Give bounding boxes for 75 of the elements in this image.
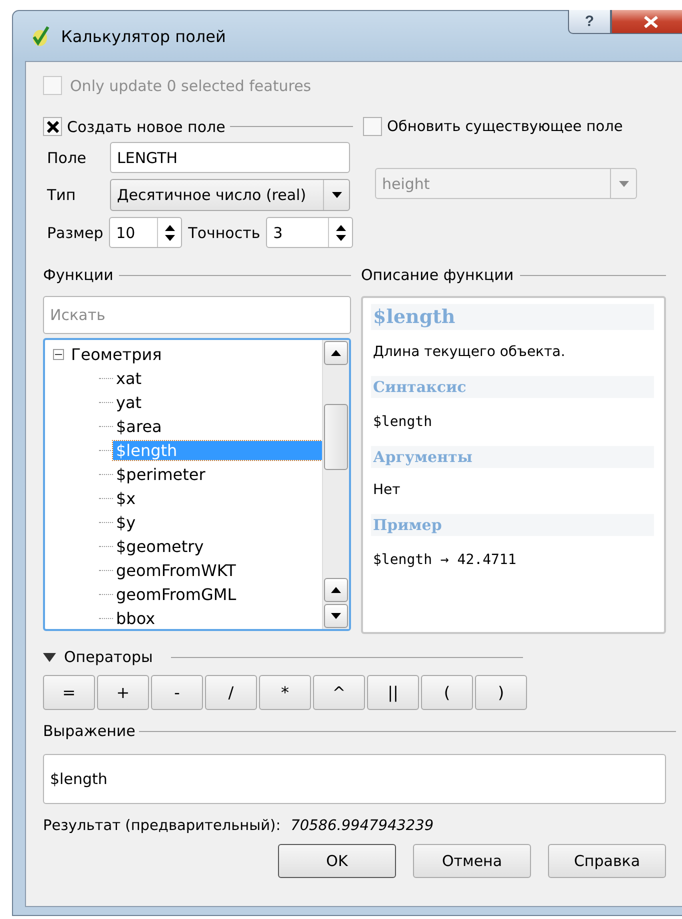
expression-field[interactable]: $length [43, 754, 666, 804]
checkbox[interactable] [43, 117, 62, 136]
operator-button[interactable]: || [367, 675, 419, 710]
collapse-toggle[interactable] [43, 652, 56, 662]
cross-check-icon [46, 120, 58, 132]
section-title: Функции [43, 266, 114, 284]
section-title: Операторы [64, 648, 153, 666]
checkbox-label: Обновить существующее поле [387, 118, 623, 134]
operator-button[interactable]: + [97, 675, 149, 710]
type-label: Тип [46, 186, 77, 204]
tree-item[interactable]: $perimeter [113, 464, 208, 484]
tree-item[interactable]: geomFromGML [113, 584, 240, 604]
tree-item[interactable]: $x [113, 488, 139, 508]
result-value: 70586.9947943239 [290, 818, 434, 834]
checkbox-label: Only update 0 selected features [70, 76, 312, 94]
checkbox-label: Создать новое поле [67, 118, 226, 136]
precision-spinbox[interactable]: 3 [266, 217, 353, 248]
description-text: Длина текущего объекта. [372, 343, 566, 362]
calculator-pencil-icon [31, 25, 51, 47]
operator-button[interactable]: ( [421, 675, 473, 710]
triangle-icon [43, 652, 56, 662]
dialog-button[interactable]: OK [278, 844, 396, 878]
tree-item[interactable]: $geometry [113, 536, 207, 556]
scroll-up-button[interactable] [324, 341, 348, 365]
type-dropdown[interactable]: Десятичное число (real) [110, 179, 350, 211]
tree-item[interactable]: $area [113, 416, 165, 436]
precision-label: Точность [188, 224, 260, 242]
scroll-thumb[interactable] [324, 404, 348, 470]
operator-button[interactable]: ) [475, 675, 527, 710]
tree-item[interactable]: $y [113, 512, 139, 532]
checkbox[interactable] [363, 117, 382, 136]
caret-down-icon [618, 180, 628, 186]
section-heading: Синтаксис [371, 376, 654, 398]
operator-button[interactable]: / [205, 675, 257, 710]
section-title: Выражение [43, 722, 136, 740]
help-button[interactable]: ? [568, 10, 611, 34]
size-label: Размер [46, 224, 104, 242]
dialog-button[interactable]: Отмена [413, 844, 531, 878]
search-field[interactable]: Искать [43, 296, 351, 334]
scroll-up-button[interactable] [324, 578, 348, 602]
tree-item[interactable]: yat [113, 392, 145, 412]
code-text: $length [372, 413, 434, 432]
close-icon [644, 16, 658, 28]
caret-down-icon [331, 613, 341, 619]
section-title: Описание функции [361, 266, 514, 284]
field-label: Поле [46, 148, 88, 166]
name-input[interactable]: LENGTH [110, 142, 350, 173]
caret-down-icon [332, 192, 342, 198]
code-text: $length → 42.4711 [372, 551, 518, 570]
description-text: Нет [372, 481, 402, 500]
section-heading: Аргументы [371, 446, 654, 468]
caret-up-icon [336, 224, 346, 230]
operator-button[interactable]: - [151, 675, 203, 710]
dialog-button[interactable]: Справка [548, 844, 666, 878]
scrollbar[interactable] [322, 340, 349, 629]
function-heading: $length [371, 304, 654, 330]
tree-item[interactable]: geomFromWKT [113, 560, 239, 580]
collapse-toggle[interactable] [53, 348, 64, 360]
tree-item[interactable]: xat [113, 368, 145, 388]
operator-button[interactable]: = [43, 675, 95, 710]
caret-up-icon [331, 587, 341, 593]
caret-down-icon [336, 234, 346, 240]
caret-down-icon [164, 234, 175, 240]
scroll-down-button[interactable] [324, 604, 348, 628]
caret-up-icon [331, 350, 341, 356]
window-title: Калькулятор полей [61, 26, 226, 46]
size-spinbox[interactable]: 10 [109, 217, 182, 248]
operator-button[interactable]: ^ [313, 675, 365, 710]
section-heading: Пример [371, 514, 654, 536]
tree-item[interactable]: Геометрия [68, 344, 165, 364]
result-label: Результат (предварительный): [43, 818, 281, 834]
caret-up-icon [164, 224, 175, 230]
operator-button[interactable]: * [259, 675, 311, 710]
tree-item[interactable]: bbox [113, 608, 158, 628]
close-button[interactable] [611, 10, 682, 34]
